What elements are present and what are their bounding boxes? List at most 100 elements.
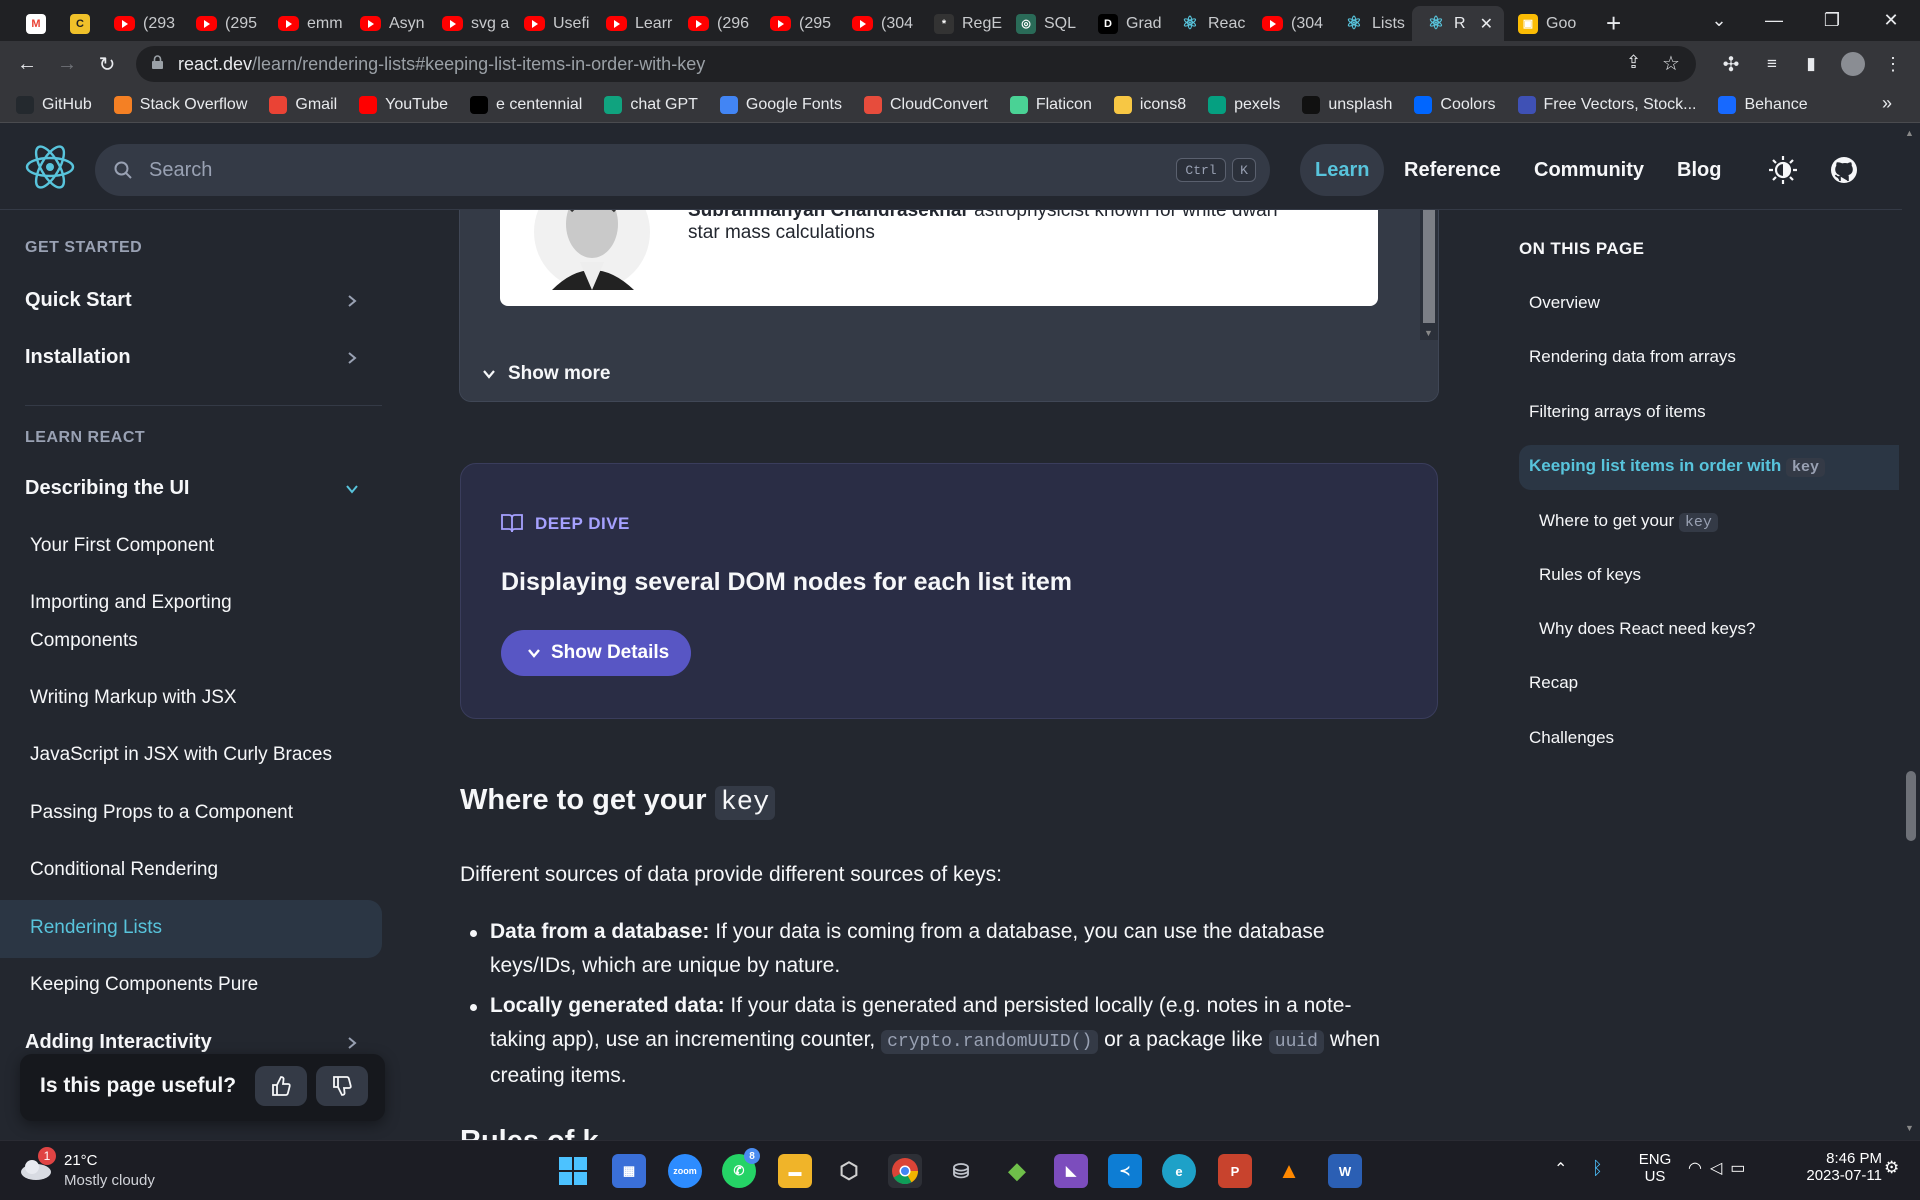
show-details-button[interactable]: Show Details <box>501 630 691 676</box>
react-logo-icon[interactable] <box>24 143 76 191</box>
browser-tab[interactable]: * RegE <box>920 6 1002 41</box>
browser-menu-icon[interactable]: ⋮ <box>1878 49 1908 79</box>
language-indicator[interactable]: ENG US <box>1635 1151 1675 1185</box>
nav-learn[interactable]: Learn <box>1300 144 1385 196</box>
reload-button[interactable]: ↻ <box>92 49 122 79</box>
bookmark-item[interactable]: pexels <box>1208 95 1280 114</box>
back-button[interactable]: ← <box>12 49 42 79</box>
bookmark-item[interactable]: CloudConvert <box>863 95 988 114</box>
profile-avatar[interactable] <box>1838 49 1868 79</box>
browser-tab[interactable]: (304 <box>1248 6 1330 41</box>
store-icon[interactable]: ▦ <box>612 1154 646 1188</box>
bookmark-item[interactable]: YouTube <box>359 95 448 114</box>
nav-community[interactable]: Community <box>1519 144 1659 196</box>
nav-blog[interactable]: Blog <box>1662 144 1736 196</box>
sidebar-item-javascript-in-jsx[interactable]: JavaScript in JSX with Curly Braces <box>30 736 332 774</box>
toc-item[interactable]: Rendering data from arrays <box>1529 347 1736 367</box>
toc-item[interactable]: Why does React need keys? <box>1539 619 1755 639</box>
sidebar-item-writing-markup[interactable]: Writing Markup with JSX <box>30 679 237 717</box>
windows-start-icon[interactable] <box>556 1154 590 1188</box>
toc-item[interactable]: Recap <box>1529 673 1578 693</box>
scroll-down-arrow-icon[interactable]: ▼ <box>1424 328 1433 338</box>
browser-tab[interactable]: ⚛ Lists <box>1330 6 1412 41</box>
network-sound-battery-icons[interactable]: ◠◁▭ <box>1688 1158 1753 1178</box>
restore-button[interactable]: ❐ <box>1803 0 1861 41</box>
browser-tab[interactable]: Asyn <box>346 6 428 41</box>
git-client-icon[interactable]: ◆ <box>1000 1154 1034 1188</box>
tab-search-icon[interactable]: ⌄ <box>1690 0 1748 41</box>
preview-scrollbar-thumb[interactable] <box>1423 210 1435 323</box>
toc-item[interactable]: Overview <box>1529 293 1600 313</box>
thumbs-up-button[interactable] <box>255 1066 307 1106</box>
toc-item[interactable]: Where to get your key <box>1539 511 1718 532</box>
side-panel-icon[interactable]: ▮ <box>1796 49 1826 79</box>
bookmark-item[interactable]: GitHub <box>16 95 92 114</box>
browser-tab[interactable]: (295 <box>182 6 264 41</box>
browser-tab[interactable]: C <box>56 6 100 41</box>
address-bar[interactable]: react.dev/learn/rendering-lists#keeping-… <box>136 46 1696 82</box>
thumbs-down-button[interactable] <box>316 1066 368 1106</box>
close-window-button[interactable]: ✕ <box>1862 0 1920 41</box>
bookmark-item[interactable]: Behance <box>1718 95 1808 114</box>
bookmark-item[interactable]: Flaticon <box>1009 95 1092 114</box>
browser-tab[interactable]: ▣ Goo <box>1504 6 1584 41</box>
search-input[interactable]: Search Ctrl K <box>95 144 1270 196</box>
browser-tab[interactable]: ◎ SQL <box>1002 6 1084 41</box>
bookmark-item[interactable]: e centennial <box>470 95 582 114</box>
bookmark-item[interactable]: Stack Overflow <box>113 95 247 114</box>
nav-reference[interactable]: Reference <box>1389 144 1516 196</box>
bookmark-star-icon[interactable]: ☆ <box>1662 51 1680 76</box>
github-icon[interactable] <box>1830 156 1858 184</box>
vscode-icon[interactable]: ≺ <box>1108 1154 1142 1188</box>
notification-icon[interactable]: ⚙ <box>1884 1158 1899 1178</box>
minimize-button[interactable]: — <box>1745 0 1803 41</box>
share-icon[interactable]: ⇪ <box>1626 52 1641 73</box>
media-control-icon[interactable]: ≡ <box>1757 49 1787 79</box>
sidebar-item-your-first-component[interactable]: Your First Component <box>30 527 214 565</box>
sidebar-item-installation[interactable]: Installation <box>25 338 131 376</box>
weather-widget[interactable]: 1 <box>18 1147 56 1181</box>
toc-item[interactable]: Filtering arrays of items <box>1529 402 1706 422</box>
sidebar-item-describing-ui[interactable]: Describing the UI <box>25 469 189 507</box>
visual-studio-icon[interactable]: ◣ <box>1054 1154 1088 1188</box>
vlc-icon[interactable]: ▲ <box>1272 1154 1306 1188</box>
show-more-button[interactable]: Show more <box>460 346 1438 401</box>
browser-tab[interactable]: svg a <box>428 6 510 41</box>
word-icon[interactable]: W <box>1328 1154 1362 1188</box>
scroll-up-arrow-icon[interactable]: ▲ <box>1905 128 1914 138</box>
browser-tab[interactable]: Learr <box>592 6 674 41</box>
chrome-icon[interactable] <box>888 1154 922 1188</box>
forward-button[interactable]: → <box>52 49 82 79</box>
preview-scrollbar[interactable]: ▼ <box>1420 210 1438 340</box>
file-explorer-icon[interactable]: ▬ <box>778 1154 812 1188</box>
bookmark-item[interactable]: Coolors <box>1414 95 1496 114</box>
sidebar-item-rendering-lists[interactable]: Rendering Lists <box>30 909 162 947</box>
toc-item[interactable]: Rules of keys <box>1539 565 1641 585</box>
sidebar-item-keeping-pure[interactable]: Keeping Components Pure <box>30 966 258 1004</box>
browser-tab[interactable]: M <box>12 6 56 41</box>
toc-item[interactable]: Challenges <box>1529 728 1614 748</box>
browser-tab[interactable]: ⚛ R ✕ <box>1412 6 1504 41</box>
page-scrollbar-thumb[interactable] <box>1906 771 1916 841</box>
browser-tab[interactable]: D Grad <box>1084 6 1166 41</box>
tray-overflow-icon[interactable]: ⌃ <box>1554 1159 1567 1179</box>
new-tab-button[interactable]: + <box>1592 6 1628 41</box>
toc-item[interactable]: Keeping list items in order with key <box>1529 456 1825 477</box>
browser-tab[interactable]: (295 <box>756 6 838 41</box>
bookmark-item[interactable]: Google Fonts <box>719 95 842 114</box>
sidebar-item-passing-props[interactable]: Passing Props to a Component <box>30 794 293 832</box>
bookmark-item[interactable]: Free Vectors, Stock... <box>1517 95 1696 114</box>
zoom-icon[interactable]: zoom <box>668 1154 702 1188</box>
scroll-down-arrow-icon[interactable]: ▼ <box>1905 1123 1914 1133</box>
bookmark-item[interactable]: Gmail <box>269 95 337 114</box>
bookmark-item[interactable]: icons8 <box>1113 95 1186 114</box>
sidebar-item-quick-start[interactable]: Quick Start <box>25 281 132 319</box>
browser-tab[interactable]: emm <box>264 6 346 41</box>
bookmark-item[interactable]: unsplash <box>1302 95 1392 114</box>
bluetooth-icon[interactable]: ᛒ <box>1592 1158 1603 1179</box>
extensions-icon[interactable]: ✣ <box>1716 49 1746 79</box>
page-scrollbar[interactable]: ▲ ▼ <box>1902 123 1920 1140</box>
browser-tab[interactable]: (293 <box>100 6 182 41</box>
sidebar-item-importing-exporting[interactable]: Importing and Exporting <box>30 584 232 622</box>
browser-tab[interactable]: Usefi <box>510 6 592 41</box>
